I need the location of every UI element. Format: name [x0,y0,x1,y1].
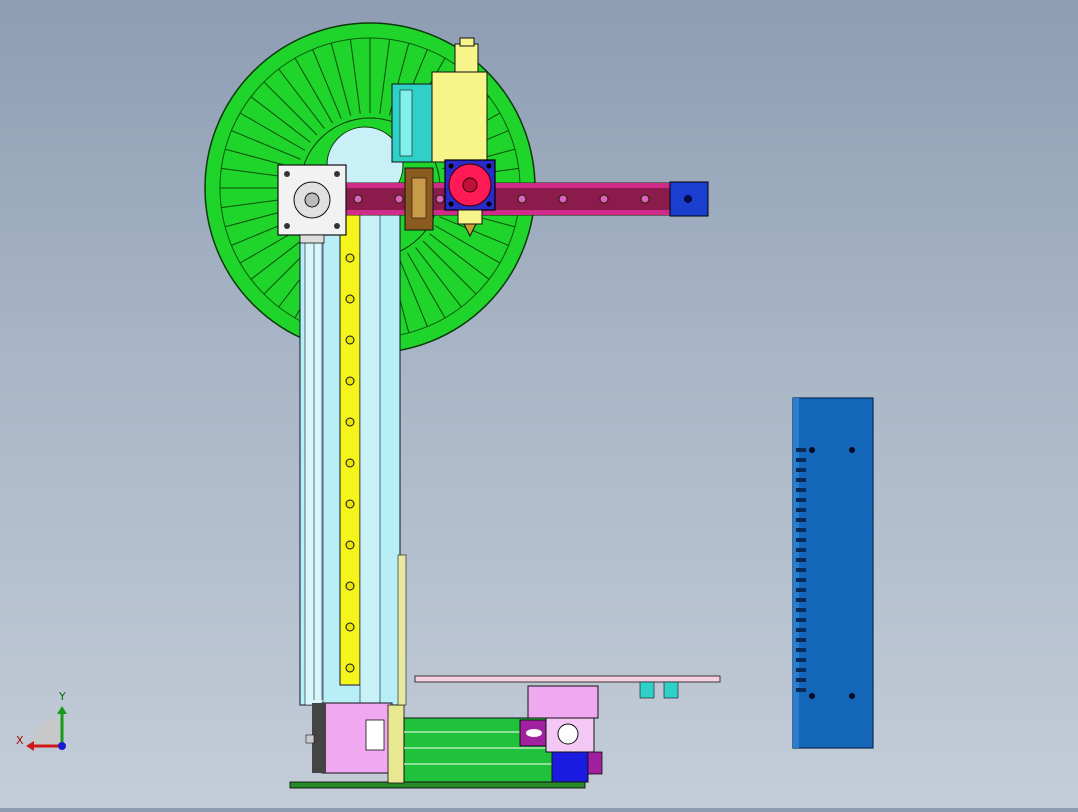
model-canvas[interactable]: Y X [0,0,1078,808]
x-axis-rail[interactable] [339,181,709,217]
x-stepper-motor[interactable] [277,164,347,244]
cad-viewport[interactable]: Y X [0,0,1078,808]
axis-y-label: Y [58,690,66,703]
z-axis-column[interactable] [299,209,401,706]
axis-triad-icon: Y X [16,690,67,751]
power-supply-unit[interactable] [792,397,874,749]
axis-x-label: X [16,734,24,747]
